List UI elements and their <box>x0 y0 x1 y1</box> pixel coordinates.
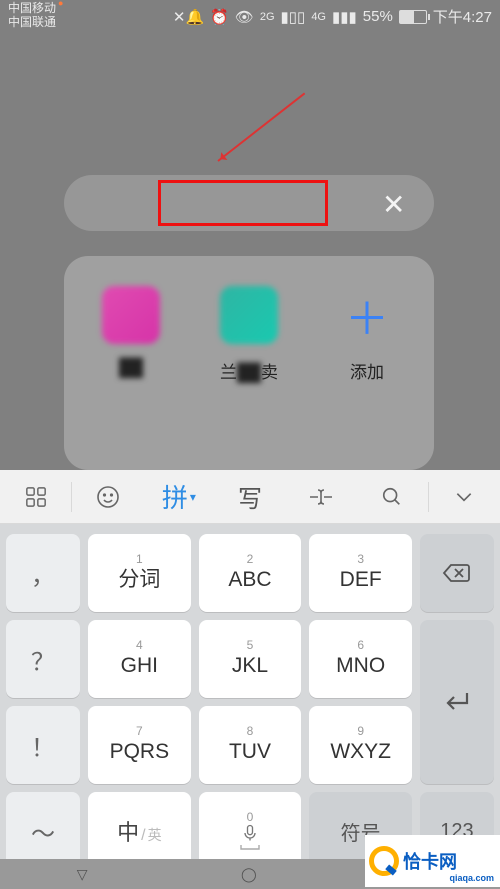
nav-back-icon[interactable]: ▽ <box>77 866 88 883</box>
notification-dot: ● <box>58 0 63 8</box>
key-2[interactable]: 2ABC <box>199 534 302 612</box>
mute-icon: ✕🔔 <box>173 8 204 26</box>
status-bar: 中国移动● 中国联通 ✕🔔 ⏰ 👁 2G ▮▯▯ 4G ▮▮▮ 55% 下午4:… <box>0 0 500 32</box>
app-label-2: 兰██卖 <box>220 363 278 382</box>
alarm-icon: ⏰ <box>210 8 229 26</box>
space-icon <box>239 843 261 851</box>
suggestions-card: ██ 兰██卖 ＋ 添加 <box>64 256 434 470</box>
key-backspace[interactable] <box>420 534 494 612</box>
app-icon-1 <box>102 286 160 344</box>
key-9[interactable]: 9WXYZ <box>309 706 412 784</box>
key-4[interactable]: 4GHI <box>88 620 191 698</box>
annotation-box <box>158 180 328 226</box>
key-3[interactable]: 3DEF <box>309 534 412 612</box>
key-7[interactable]: 7PQRS <box>88 706 191 784</box>
keyboard-toolbar: 拼▾ 写 <box>0 470 500 524</box>
keyboard: 拼▾ 写 ， 1分词 2ABC 3DEF ？ 4GHI <box>0 470 500 859</box>
watermark-name: 恰卡网 <box>403 848 457 874</box>
watermark: 恰卡网 qiaqa.com <box>365 835 500 887</box>
close-icon[interactable]: ✕ <box>382 188 405 221</box>
key-question[interactable]: ？ <box>6 620 80 698</box>
battery-icon <box>399 10 427 24</box>
toolbar-search-icon[interactable] <box>357 470 428 523</box>
app-label-1: ██ <box>119 358 143 378</box>
key-comma[interactable]: ， <box>6 534 80 612</box>
toolbar-pinyin[interactable]: 拼▾ <box>143 470 214 523</box>
app-icon-2 <box>220 286 278 344</box>
key-bang[interactable]: ！ <box>6 706 80 784</box>
key-8[interactable]: 8TUV <box>199 706 302 784</box>
app-shortcut-1[interactable]: ██ <box>81 286 181 470</box>
watermark-url: qiaqa.com <box>449 873 494 883</box>
signal-2-icon: ▮▮▮ <box>332 8 357 26</box>
net-2g: 2G <box>260 11 275 23</box>
watermark-logo-icon <box>369 846 399 876</box>
key-5[interactable]: 5JKL <box>199 620 302 698</box>
clock: 下午4:27 <box>433 6 492 27</box>
toolbar-cursor-icon[interactable] <box>286 470 357 523</box>
eye-icon: 👁 <box>235 8 254 26</box>
carrier-1: 中国移动 <box>8 1 56 15</box>
mic-icon <box>240 823 260 843</box>
battery-pct: 55% <box>363 8 393 25</box>
app-shortcut-2[interactable]: 兰██卖 <box>199 286 299 470</box>
nav-home-icon[interactable]: ◯ <box>241 866 257 883</box>
toolbar-emoji-icon[interactable] <box>72 470 143 523</box>
carrier-2: 中国联通 <box>8 15 56 29</box>
carrier-labels: 中国移动● 中国联通 <box>8 2 61 29</box>
key-6[interactable]: 6MNO <box>309 620 412 698</box>
toolbar-apps-icon[interactable] <box>0 470 71 523</box>
add-shortcut[interactable]: ＋ 添加 <box>317 286 417 470</box>
key-enter[interactable] <box>420 620 494 784</box>
key-1[interactable]: 1分词 <box>88 534 191 612</box>
toolbar-handwrite[interactable]: 写 <box>214 470 285 523</box>
plus-icon: ＋ <box>338 286 396 344</box>
add-label: 添加 <box>350 363 384 382</box>
net-4g: 4G <box>311 11 326 23</box>
signal-1-icon: ▮▯▯ <box>281 8 306 26</box>
toolbar-collapse-icon[interactable] <box>429 470 500 523</box>
